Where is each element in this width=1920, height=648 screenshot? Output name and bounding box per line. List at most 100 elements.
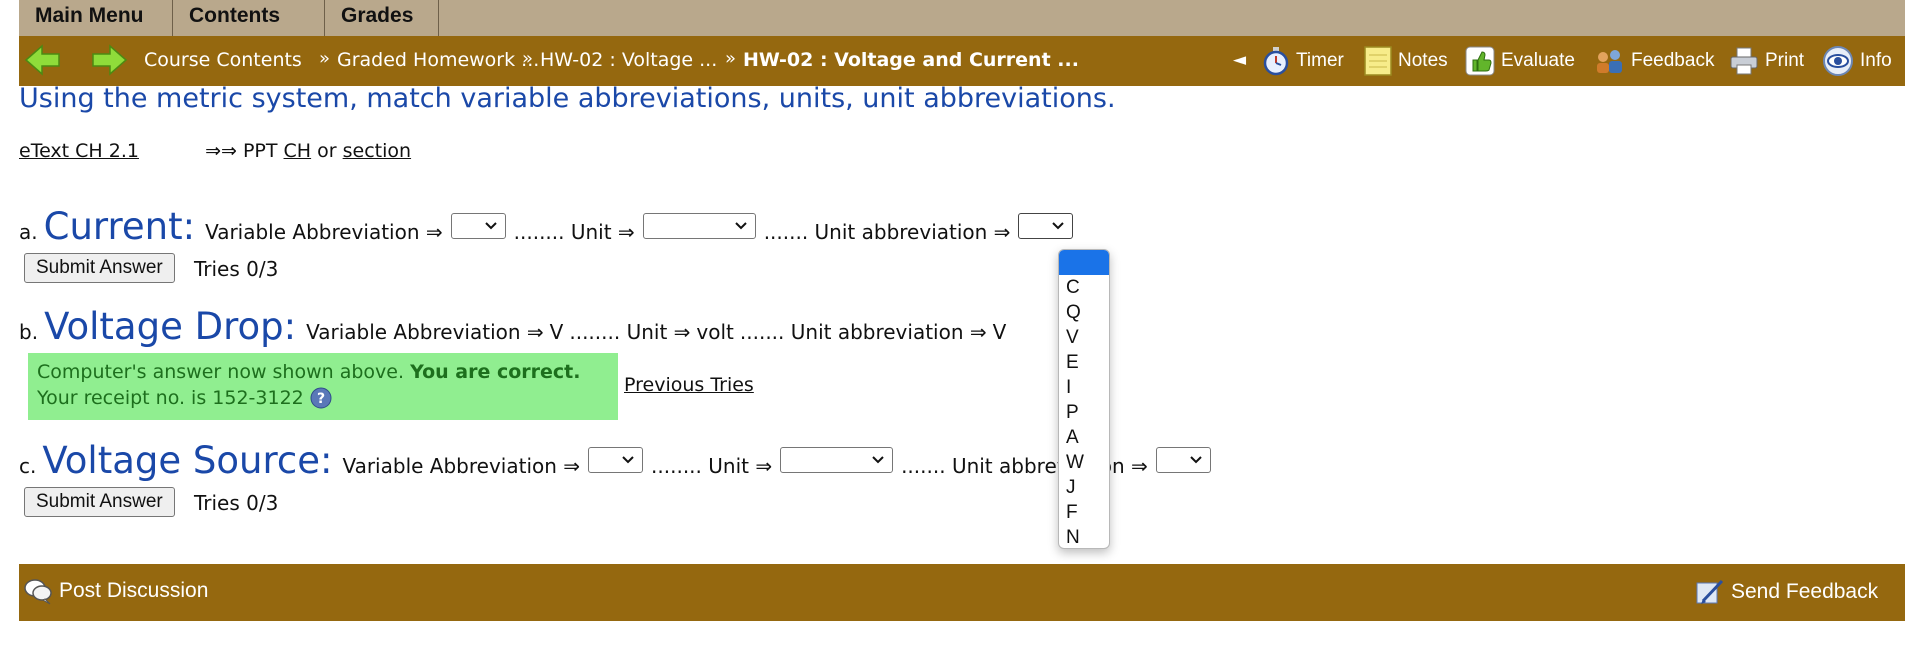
ppt-ch-link[interactable]: CH [284,140,312,162]
breadcrumb-separator: » [522,48,534,69]
collapse-toolbar-icon[interactable]: ◄ [1233,50,1246,70]
question-title: Voltage Drop: [44,305,297,348]
unit-label: ........ Unit ⇒ [651,454,773,478]
forward-arrow-icon[interactable] [90,43,128,77]
svg-text:?: ? [317,391,325,407]
chevron-down-icon [622,456,634,464]
reference-links: eText CH 2.1 ⇒⇒ PPT CH or section [19,140,411,162]
timer-label: Timer [1296,50,1344,71]
feedback-button[interactable]: Feedback [1593,45,1714,77]
breadcrumb-graded-homework[interactable]: Graded Homework ... [337,49,539,71]
unit-abbreviation-label: ....... Unit abbreviation ⇒ [901,454,1148,478]
unit-select[interactable] [642,213,756,239]
tries-count-a: Tries 0/3 [194,257,279,281]
question-c-row: c. Voltage Source: Variable Abbreviation… [19,439,1219,482]
question-title: Current: [43,205,196,248]
dropdown-option-blank[interactable] [1059,250,1109,275]
unit-select[interactable] [780,447,894,473]
post-discussion-label: Post Discussion [59,579,209,602]
breadcrumb-separator: » [725,48,737,69]
info-label: Info [1860,50,1892,71]
breadcrumb-course-contents[interactable]: Course Contents [144,49,302,71]
variable-abbreviation-select[interactable] [450,213,506,239]
receipt-number: Your receipt no. is 152-3122 [37,387,304,409]
print-button[interactable]: Print [1729,45,1804,77]
unit-abbreviation-dropdown-list[interactable]: C Q V E I P A W J F N [1058,249,1110,549]
dropdown-option[interactable]: E [1059,350,1109,375]
notepad-icon [1364,46,1392,76]
top-tab-bar: Main Menu Contents Grades [19,0,1905,36]
print-label: Print [1765,50,1805,71]
or-label: or [317,140,337,162]
chevron-down-icon [734,222,747,230]
printer-icon [1730,47,1758,75]
chevron-down-icon [872,456,884,464]
chevron-down-icon [1190,456,1202,464]
post-discussion-button[interactable]: Post Discussion [23,577,208,605]
dropdown-option[interactable]: F [1059,500,1109,525]
dropdown-option[interactable]: I [1059,375,1109,400]
send-feedback-label: Send Feedback [1731,580,1879,603]
unit-answer: volt [696,320,734,344]
notes-label: Notes [1398,50,1448,71]
tab-main-menu[interactable]: Main Menu [19,0,173,36]
unit-abbreviation-select[interactable] [1155,447,1211,473]
unit-abbreviation-label: ....... Unit abbreviation ⇒ [763,220,1011,244]
timer-button[interactable]: Timer [1262,45,1344,77]
variable-abbreviation-answer: V [549,320,564,344]
chevron-down-icon [484,222,497,230]
correct-message: Computer's answer now shown above. [37,361,405,383]
variable-abbreviation-label: Variable Abbreviation ⇒ [306,320,544,344]
breadcrumb-current-page: HW-02 : Voltage and Current ... [743,49,1079,71]
previous-tries-link[interactable]: Previous Tries [624,374,754,396]
nav-bar: Course Contents » Graded Homework ... » … [19,36,1905,86]
feedback-people-icon [1597,50,1622,73]
question-b-row: b. Voltage Drop: Variable Abbreviation ⇒… [19,305,1012,348]
evaluate-label: Evaluate [1501,50,1575,71]
help-question-icon[interactable]: ? [310,387,332,409]
dropdown-option[interactable]: W [1059,450,1109,475]
etext-link[interactable]: eText CH 2.1 [19,140,139,162]
info-button[interactable]: Info [1822,45,1892,77]
unit-abbreviation-answer: V [992,320,1007,344]
discussion-bubbles-icon [24,579,52,605]
dropdown-option[interactable]: P [1059,400,1109,425]
dropdown-option[interactable]: A [1059,425,1109,450]
submit-answer-button-c[interactable]: Submit Answer [24,487,175,517]
question-letter: a. [19,220,38,244]
submit-answer-button-a[interactable]: Submit Answer [24,253,175,283]
unit-label: ........ Unit ⇒ [513,220,635,244]
question-title: Voltage Source: [42,439,333,482]
back-arrow-icon[interactable] [24,43,62,77]
unit-abbreviation-select[interactable] [1018,213,1074,239]
chevron-down-icon [1052,222,1065,230]
question-letter: b. [19,320,39,344]
feedback-label: Feedback [1631,50,1715,71]
question-letter: c. [19,454,37,478]
variable-abbreviation-select[interactable] [588,447,644,473]
ppt-section-link[interactable]: section [343,140,411,162]
variable-abbreviation-label: Variable Abbreviation ⇒ [205,220,443,244]
evaluate-button[interactable]: Evaluate [1465,45,1575,77]
notes-button[interactable]: Notes [1364,45,1448,77]
dropdown-option[interactable]: N [1059,525,1109,548]
unit-label: ........ Unit ⇒ [569,320,691,344]
dropdown-option[interactable]: C [1059,275,1109,300]
breadcrumb-hw02-voltage[interactable]: HW-02 : Voltage ... [540,49,717,71]
tries-count-c: Tries 0/3 [194,491,279,515]
info-eye-icon [1823,46,1853,76]
send-feedback-button[interactable]: Send Feedback [1695,577,1878,607]
dropdown-option[interactable]: V [1059,325,1109,350]
dropdown-option[interactable]: Q [1059,300,1109,325]
stopwatch-icon [1263,47,1289,76]
thumbs-up-icon [1465,46,1495,76]
tab-grades[interactable]: Grades [325,0,439,36]
feedback-pen-icon [1696,579,1724,604]
dropdown-option[interactable]: J [1059,475,1109,500]
unit-abbreviation-label: ....... Unit abbreviation ⇒ [739,320,987,344]
tab-contents[interactable]: Contents [173,0,325,36]
instructions-text: Using the metric system, match variable … [19,83,1116,114]
footer-bar: Post Discussion Send Feedback [19,564,1905,621]
correct-answer-notice: Computer's answer now shown above. You a… [28,353,618,420]
question-a-row: a. Current: Variable Abbreviation ⇒ ....… [19,205,1081,248]
